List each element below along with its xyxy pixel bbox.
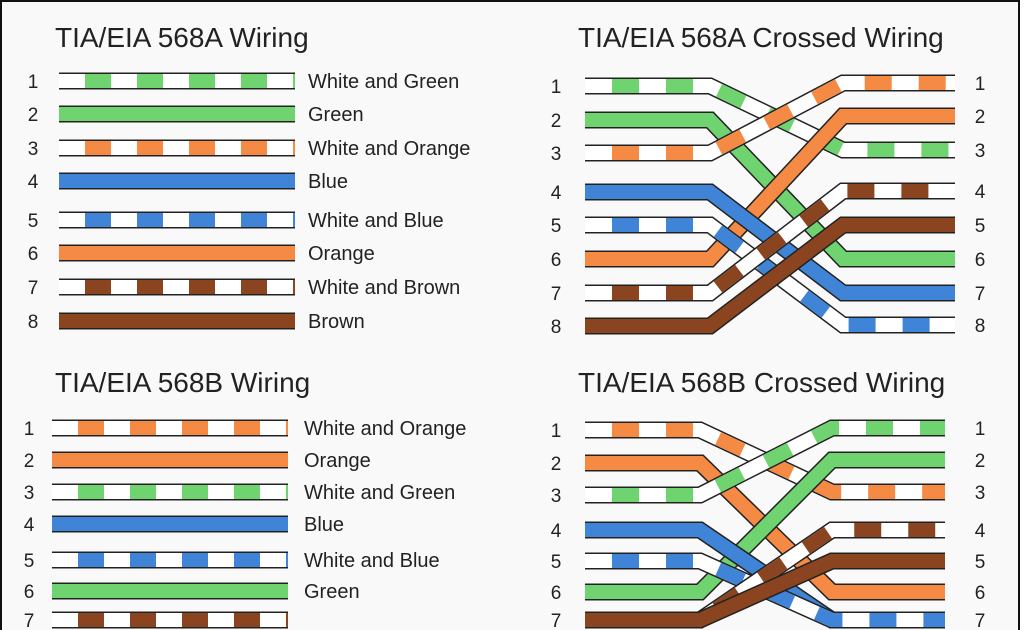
wire-label: White and Orange (308, 138, 470, 160)
pin-number: 5 (24, 551, 35, 572)
left-pin-number: 2 (551, 111, 562, 132)
left-pin-number: 6 (551, 250, 562, 271)
left-pin-number: 3 (551, 144, 562, 165)
title-568a-straight: TIA/EIA 568A Wiring (55, 22, 309, 53)
pin-number: 8 (28, 312, 39, 333)
pin-number: 7 (24, 611, 35, 630)
wire-label: White and Brown (308, 277, 460, 299)
wire-label: Brown (308, 311, 365, 333)
right-pin-number: 5 (975, 552, 986, 573)
left-pin-number: 2 (551, 454, 562, 475)
wire-label: Blue (308, 171, 348, 193)
wire-label: White and Orange (304, 418, 466, 440)
left-pin-number: 4 (551, 521, 562, 542)
right-pin-number: 7 (975, 611, 986, 630)
left-pin-number: 1 (551, 421, 562, 442)
wire-label: Orange (308, 243, 375, 265)
right-pin-number: 1 (975, 419, 986, 440)
wire-label: White and Green (304, 482, 455, 504)
pin-number: 2 (28, 105, 39, 126)
pin-number: 4 (28, 172, 39, 193)
left-pin-number: 5 (551, 552, 562, 573)
pin-number: 6 (28, 244, 39, 265)
wire-label: White and Blue (308, 210, 444, 232)
right-pin-number: 1 (975, 74, 986, 95)
left-pin-number: 8 (551, 317, 562, 338)
left-pin-number: 5 (551, 216, 562, 237)
pin-number: 3 (24, 483, 35, 504)
title-568a-crossed: TIA/EIA 568A Crossed Wiring (578, 22, 944, 53)
left-pin-number: 4 (551, 183, 562, 204)
pin-number: 2 (24, 451, 35, 472)
right-pin-number: 3 (975, 483, 986, 504)
crossed-wire-7-to-4 (585, 521, 945, 629)
right-pin-number: 4 (975, 521, 986, 542)
left-pin-number: 6 (551, 583, 562, 604)
wire-label: Orange (304, 450, 371, 472)
pin-number: 6 (24, 582, 35, 603)
right-pin-number: 2 (975, 451, 986, 472)
wire-label: Green (304, 581, 360, 603)
right-pin-number: 3 (975, 141, 986, 162)
right-pin-number: 6 (975, 583, 986, 604)
pin-number: 1 (24, 419, 35, 440)
left-pin-number: 7 (551, 611, 562, 630)
right-pin-number: 5 (975, 216, 986, 237)
right-pin-number: 8 (975, 316, 986, 337)
wire-label: White and Blue (304, 550, 440, 572)
left-pin-number: 3 (551, 486, 562, 507)
wire-label: Green (308, 104, 364, 126)
pin-number: 7 (28, 278, 39, 299)
pin-number: 3 (28, 139, 39, 160)
left-pin-number: 1 (551, 77, 562, 98)
pin-number: 5 (28, 211, 39, 232)
right-pin-number: 6 (975, 250, 986, 271)
title-568b-crossed: TIA/EIA 568B Crossed Wiring (578, 367, 945, 398)
wire-label: White and Green (308, 71, 459, 93)
right-pin-number: 2 (975, 107, 986, 128)
pin-number: 1 (28, 72, 39, 93)
pin-number: 4 (24, 515, 35, 536)
right-pin-number: 4 (975, 182, 986, 203)
left-pin-number: 7 (551, 284, 562, 305)
wire-label: Blue (304, 514, 344, 536)
title-568b-straight: TIA/EIA 568B Wiring (55, 367, 310, 398)
ethernet-wiring-diagram: TIA/EIA 568A Wiring TIA/EIA 568A Crossed… (24, 22, 986, 630)
right-pin-number: 7 (975, 284, 986, 305)
